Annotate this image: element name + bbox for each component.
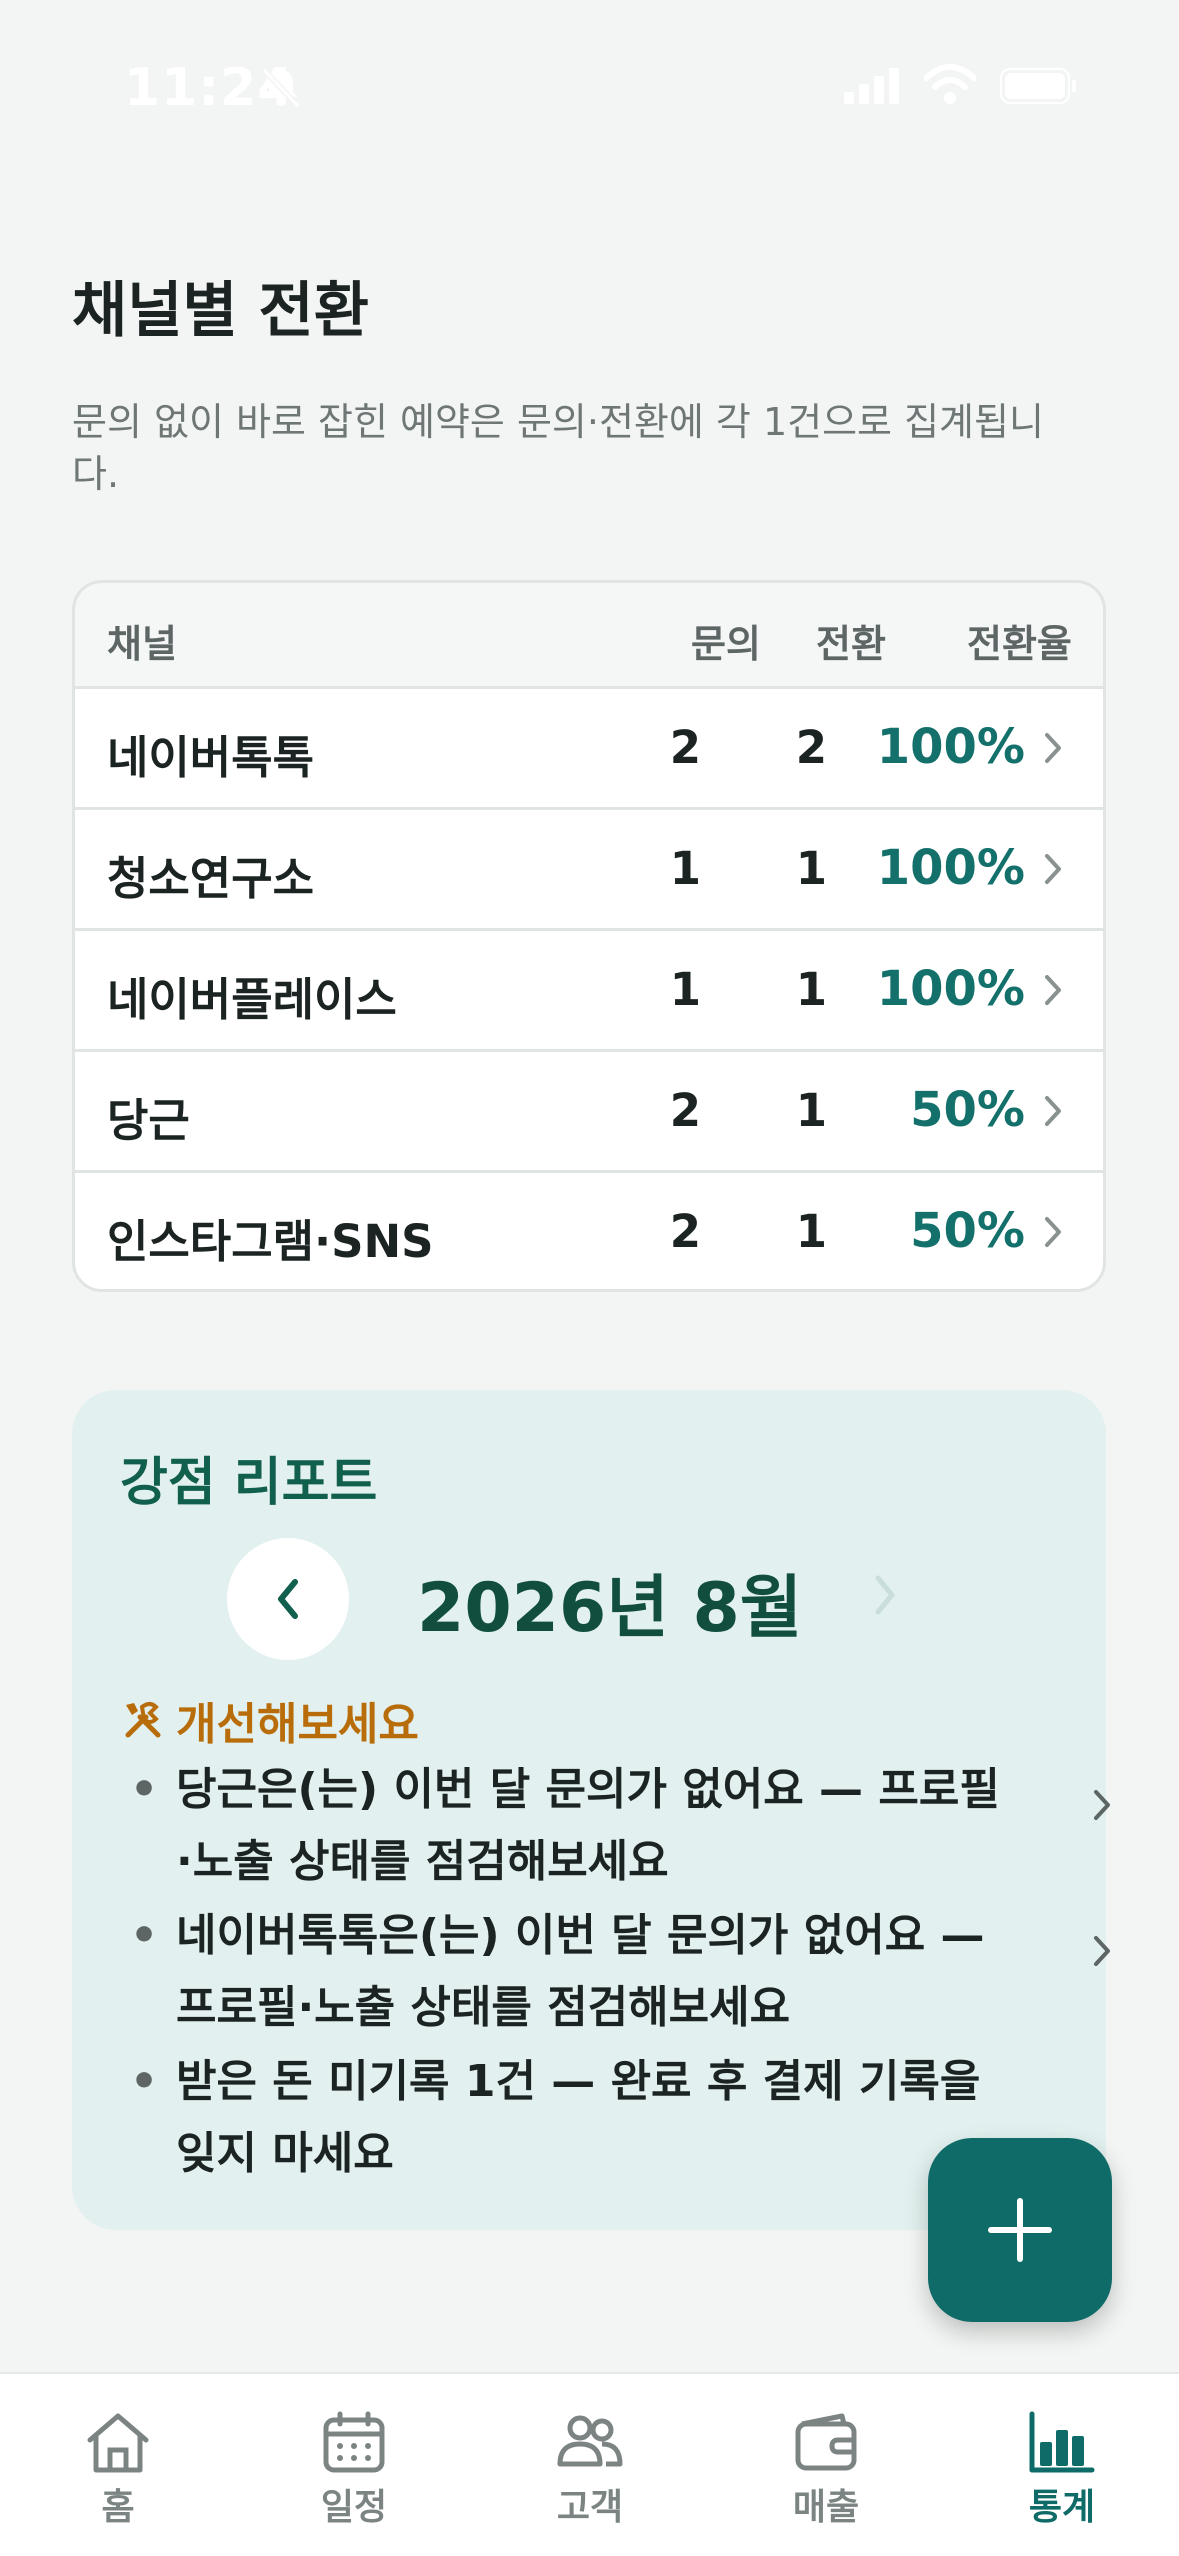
home-icon [87, 2413, 149, 2473]
conversion-rate: 100% [876, 961, 1025, 1017]
tab-statistics[interactable]: 통계 [944, 2374, 1179, 2556]
chevron-right-icon [1043, 973, 1063, 1011]
chevron-right-icon [1043, 1215, 1063, 1253]
improvement-heading-label: 개선해보세요 [176, 1699, 419, 1750]
header-rate: 전환율 [967, 622, 1072, 666]
improvement-tip[interactable]: • 네이버톡톡은(는) 이번 달 문의가 없어요 — 프로필·노출 상태를 점검… [120, 1900, 1110, 2046]
tip-text: 네이버톡톡은(는) 이번 달 문의가 없어요 — 프로필·노출 상태를 점검해보… [176, 1910, 985, 2033]
conversion-count: 1 [795, 1084, 827, 1137]
signal-icon [844, 68, 900, 108]
bullet: • [130, 2056, 159, 2107]
conversion-count: 1 [795, 1205, 827, 1258]
users-icon [557, 2415, 623, 2467]
chevron-right-icon [1043, 1094, 1063, 1132]
bullet: • [130, 1910, 159, 1961]
tab-customers[interactable]: 고객 [472, 2374, 708, 2556]
chevron-right-icon [1092, 1772, 1112, 1844]
next-month-button[interactable] [870, 1572, 900, 1622]
chevron-right-icon [1092, 1918, 1112, 1990]
chevron-right-icon [1043, 731, 1063, 769]
inquiry-count: 1 [669, 963, 701, 1016]
chevron-left-icon [278, 1579, 298, 1619]
tab-home[interactable]: 홈 [0, 2374, 236, 2556]
tab-label: 매출 [792, 2487, 860, 2528]
tab-sales[interactable]: 매출 [708, 2374, 944, 2556]
table-row[interactable]: 당근 2 1 50% [75, 1052, 1103, 1173]
conversion-count: 1 [795, 842, 827, 895]
section-description: 문의 없이 바로 잡힌 예약은 문의·전환에 각 1건으로 집계됩니다. [72, 400, 1044, 496]
tab-label: 일정 [320, 2487, 388, 2528]
tip-text: 받은 돈 미기록 1건 — 완료 후 결제 기록을 잊지 마세요 [176, 2056, 981, 2179]
conversion-count: 2 [795, 721, 827, 774]
conversion-rate: 50% [910, 1203, 1025, 1259]
channel-name: 네이버톡톡 [107, 731, 315, 784]
channel-name: 네이버플레이스 [107, 973, 397, 1026]
header-channel: 채널 [107, 622, 177, 666]
add-button[interactable] [928, 2138, 1112, 2322]
conversion-rate: 50% [910, 1082, 1025, 1138]
chevron-right-icon [1043, 852, 1063, 890]
channel-name: 당근 [107, 1094, 190, 1147]
inquiry-count: 2 [669, 721, 701, 774]
report-title: 강점 리포트 [120, 1453, 378, 1513]
tools-icon [125, 1702, 161, 1738]
strength-report-card: 강점 리포트 2026년 8월 개선해보세요 • 당근은(는) 이번 달 문의가… [72, 1390, 1110, 2230]
table-row[interactable]: 네이버플레이스 1 1 100% [75, 931, 1103, 1052]
chevron-right-icon [875, 1575, 895, 1615]
conversion-rate: 100% [876, 840, 1025, 896]
plus-icon [988, 2198, 1052, 2262]
channel-name: 청소연구소 [107, 852, 315, 905]
tab-label: 통계 [1028, 2487, 1096, 2528]
bar-chart-icon [1029, 2411, 1095, 2473]
bullet: • [130, 1764, 159, 1815]
report-month: 2026년 8월 [417, 1569, 803, 1648]
table-row[interactable]: 청소연구소 1 1 100% [75, 810, 1103, 931]
improvement-tip[interactable]: • 당근은(는) 이번 달 문의가 없어요 — 프로필·노출 상태를 점검해보세… [120, 1754, 1110, 1900]
battery-icon [1000, 68, 1078, 108]
tab-label: 고객 [556, 2487, 624, 2528]
table-row[interactable]: 네이버톡톡 2 2 100% [75, 689, 1103, 810]
tip-text: 당근은(는) 이번 달 문의가 없어요 — 프로필·노출 상태를 점검해보세요 [176, 1764, 1000, 1887]
inquiry-count: 2 [669, 1084, 701, 1137]
header-conversions: 전환 [816, 622, 886, 666]
inquiry-count: 2 [669, 1205, 701, 1258]
channel-conversion-table: 채널 문의 전환 전환율 네이버톡톡 2 2 100% 청소연구소 1 1 10… [72, 580, 1106, 1292]
conversion-rate: 100% [876, 719, 1025, 775]
bottom-tab-bar: 홈 일정 고객 매출 통계 [0, 2372, 1179, 2556]
section-title: 채널별 전환 [72, 276, 369, 346]
inquiry-count: 1 [669, 842, 701, 895]
wallet-icon [795, 2413, 857, 2471]
channel-name: 인스타그램·SNS [107, 1215, 434, 1268]
improvement-tip: • 받은 돈 미기록 1건 — 완료 후 결제 기록을 잊지 마세요 [120, 2046, 1070, 2192]
tab-label: 홈 [101, 2487, 135, 2528]
wifi-icon [923, 64, 977, 110]
previous-month-button[interactable] [227, 1538, 349, 1660]
tab-schedule[interactable]: 일정 [236, 2374, 472, 2556]
calendar-icon [323, 2411, 385, 2473]
improvement-heading: 개선해보세요 [120, 1688, 419, 1752]
table-header: 채널 문의 전환 전환율 [75, 583, 1103, 689]
bell-muted-icon [258, 64, 304, 114]
table-row[interactable]: 인스타그램·SNS 2 1 50% [75, 1173, 1103, 1289]
header-inquiries: 문의 [691, 622, 761, 666]
status-bar: 11:24 [0, 0, 1179, 170]
conversion-count: 1 [795, 963, 827, 1016]
